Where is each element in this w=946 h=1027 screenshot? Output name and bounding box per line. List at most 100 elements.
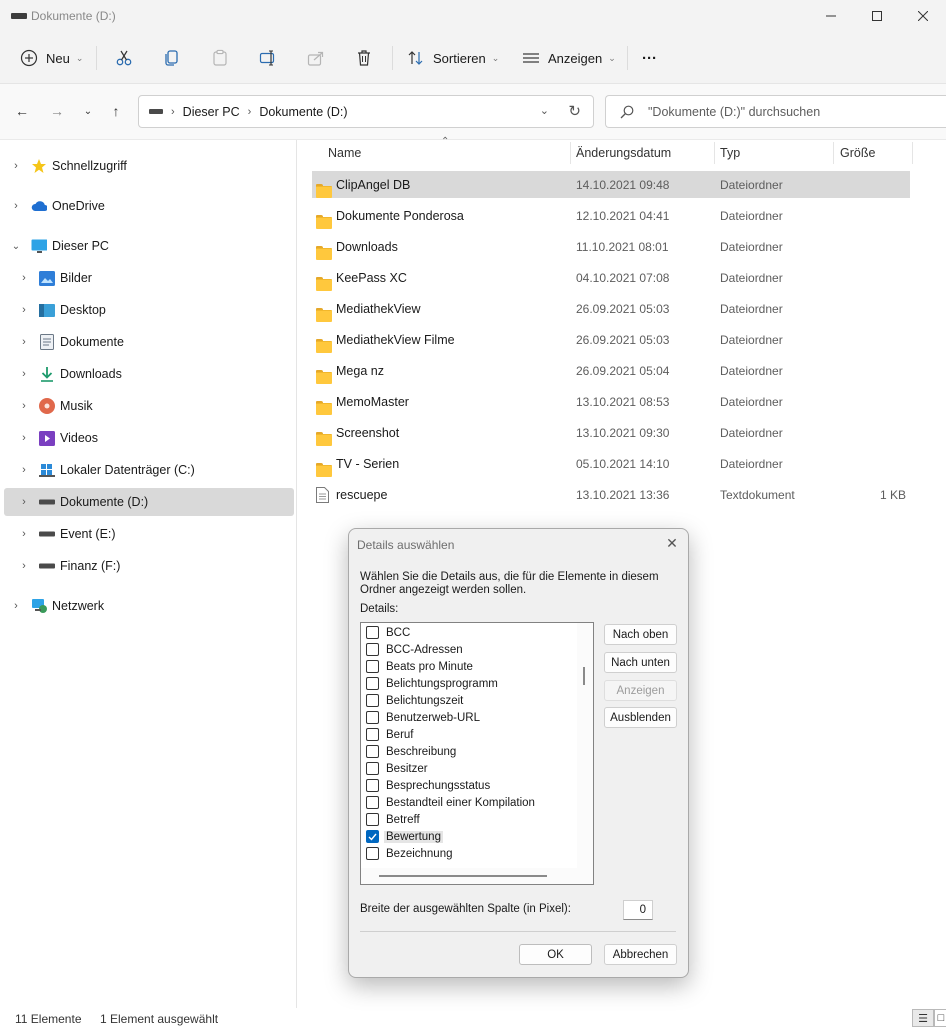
address-bar[interactable]: › Dieser PC › Dokumente (D:) ⌄ ↻ (138, 95, 594, 128)
chevron-right-icon[interactable]: › (18, 496, 30, 508)
table-row[interactable]: Screenshot 13.10.2021 09:30 Dateiordner (312, 419, 910, 446)
list-item[interactable]: Benutzerweb-URL (366, 709, 482, 726)
column-header-date[interactable]: Änderungsdatum (576, 140, 671, 166)
column-header-size[interactable]: Größe (840, 140, 875, 166)
column-header-type[interactable]: Typ (720, 140, 740, 166)
list-item[interactable]: BCC (366, 624, 412, 641)
chevron-right-icon[interactable]: › (18, 432, 30, 444)
checkbox[interactable] (366, 694, 379, 707)
table-row[interactable]: Mega nz 26.09.2021 05:04 Dateiordner (312, 357, 910, 384)
list-item[interactable]: Beruf (366, 726, 416, 743)
more-options-button[interactable]: ··· (642, 42, 657, 74)
checkbox[interactable] (366, 728, 379, 741)
sidebar-item-drive-c[interactable]: › Lokaler Datenträger (C:) (4, 456, 294, 484)
dialog-close-button[interactable]: ✕ (664, 535, 680, 551)
table-row[interactable]: MemoMaster 13.10.2021 08:53 Dateiordner (312, 388, 910, 415)
list-item[interactable]: Bezeichnung (366, 845, 455, 862)
vertical-scroll-thumb[interactable] (583, 667, 585, 685)
sort-button[interactable]: Sortieren ⌄ (407, 42, 499, 74)
chevron-right-icon[interactable]: › (18, 464, 30, 476)
sidebar-item-pictures[interactable]: › Bilder (4, 264, 294, 292)
chevron-down-icon[interactable]: ⌄ (10, 241, 22, 252)
cut-button[interactable] (115, 42, 133, 74)
sidebar-item-network[interactable]: › Netzwerk (4, 592, 294, 620)
sidebar-item-music[interactable]: › Musik (4, 392, 294, 420)
table-row[interactable]: TV - Serien 05.10.2021 14:10 Dateiordner (312, 450, 910, 477)
sidebar-item-downloads[interactable]: › Downloads (4, 360, 294, 388)
chevron-right-icon[interactable]: › (18, 528, 30, 540)
chevron-right-icon[interactable]: › (10, 160, 22, 172)
checkbox[interactable] (366, 779, 379, 792)
sidebar-item-onedrive[interactable]: › OneDrive (4, 192, 294, 220)
chevron-right-icon[interactable]: › (10, 600, 22, 612)
sidebar-item-drive-f[interactable]: › Finanz (F:) (4, 552, 294, 580)
chevron-right-icon[interactable]: › (18, 336, 30, 348)
list-item[interactable]: Betreff (366, 811, 422, 828)
table-row[interactable]: Dokumente Ponderosa 12.10.2021 04:41 Dat… (312, 202, 910, 229)
sidebar-item-quick-access[interactable]: › Schnellzugriff (4, 152, 294, 180)
checkbox[interactable] (366, 660, 379, 673)
up-button[interactable]: ↑ (105, 100, 127, 122)
chevron-right-icon[interactable]: › (10, 200, 22, 212)
checkbox-checked[interactable] (366, 830, 379, 843)
view-button[interactable]: Anzeigen ⌄ (522, 42, 616, 74)
breadcrumb-drive-d[interactable]: Dokumente (D:) (259, 105, 347, 119)
sidebar-item-documents[interactable]: › Dokumente (4, 328, 294, 356)
sidebar-item-drive-e[interactable]: › Event (E:) (4, 520, 294, 548)
horizontal-scroll-thumb[interactable] (379, 875, 547, 877)
list-item[interactable]: Beschreibung (366, 743, 458, 760)
paste-button[interactable] (211, 42, 229, 74)
minimize-button[interactable] (808, 0, 854, 32)
sidebar-item-drive-d[interactable]: › Dokumente (D:) (4, 488, 294, 516)
address-history-dropdown[interactable]: ⌄ (540, 104, 549, 117)
checkbox[interactable] (366, 813, 379, 826)
delete-button[interactable] (355, 42, 373, 74)
column-width-input[interactable]: 0 (623, 900, 653, 920)
table-row[interactable]: MediathekView 26.09.2021 05:03 Dateiordn… (312, 295, 910, 322)
list-item[interactable]: Bestandteil einer Kompilation (366, 794, 537, 811)
refresh-icon[interactable]: ↻ (568, 102, 581, 120)
list-item[interactable]: Besprechungsstatus (366, 777, 492, 794)
share-button[interactable] (307, 42, 325, 74)
column-header-name[interactable]: Name (328, 140, 361, 166)
sidebar-item-this-pc[interactable]: ⌄ Dieser PC (4, 232, 294, 260)
column-divider[interactable] (833, 142, 834, 164)
chevron-right-icon[interactable]: › (18, 400, 30, 412)
move-down-button[interactable]: Nach unten (604, 652, 677, 673)
show-button[interactable]: Anzeigen (604, 680, 677, 701)
breadcrumb-this-pc[interactable]: Dieser PC (183, 105, 240, 119)
column-divider[interactable] (912, 142, 913, 164)
checkbox[interactable] (366, 745, 379, 758)
forward-button[interactable]: → (46, 100, 68, 122)
table-row[interactable]: ClipAngel DB 14.10.2021 09:48 Dateiordne… (312, 171, 910, 198)
chevron-right-icon[interactable]: › (18, 560, 30, 572)
checkbox[interactable] (366, 796, 379, 809)
details-view-button[interactable]: ☰ (912, 1009, 934, 1027)
copy-button[interactable] (163, 42, 181, 74)
cancel-button[interactable]: Abbrechen (604, 944, 677, 965)
checkbox[interactable] (366, 711, 379, 724)
move-up-button[interactable]: Nach oben (604, 624, 677, 645)
back-button[interactable]: ← (11, 100, 33, 122)
table-row[interactable]: MediathekView Filme 26.09.2021 05:03 Dat… (312, 326, 910, 353)
close-button[interactable] (900, 0, 946, 32)
checkbox[interactable] (366, 643, 379, 656)
chevron-right-icon[interactable]: › (18, 368, 30, 380)
hide-button[interactable]: Ausblenden (604, 707, 677, 728)
checkbox[interactable] (366, 626, 379, 639)
tiles-view-button[interactable]: □ (934, 1009, 946, 1027)
list-item[interactable]: Belichtungszeit (366, 692, 465, 709)
search-input[interactable]: "Dokumente (D:)" durchsuchen (605, 95, 946, 128)
list-item[interactable]: Beats pro Minute (366, 658, 475, 675)
ok-button[interactable]: OK (519, 944, 592, 965)
recent-locations-button[interactable]: ⌄ (77, 100, 99, 122)
sidebar-item-videos[interactable]: › Videos (4, 424, 294, 452)
list-item[interactable]: BCC-Adressen (366, 641, 465, 658)
new-button[interactable]: Neu ⌄ (20, 42, 83, 74)
checkbox[interactable] (366, 762, 379, 775)
sidebar-item-desktop[interactable]: › Desktop (4, 296, 294, 324)
maximize-button[interactable] (854, 0, 900, 32)
column-divider[interactable] (714, 142, 715, 164)
list-item[interactable]: Belichtungsprogramm (366, 675, 500, 692)
details-list[interactable]: BCC BCC-Adressen Beats pro Minute Belich… (360, 622, 594, 885)
